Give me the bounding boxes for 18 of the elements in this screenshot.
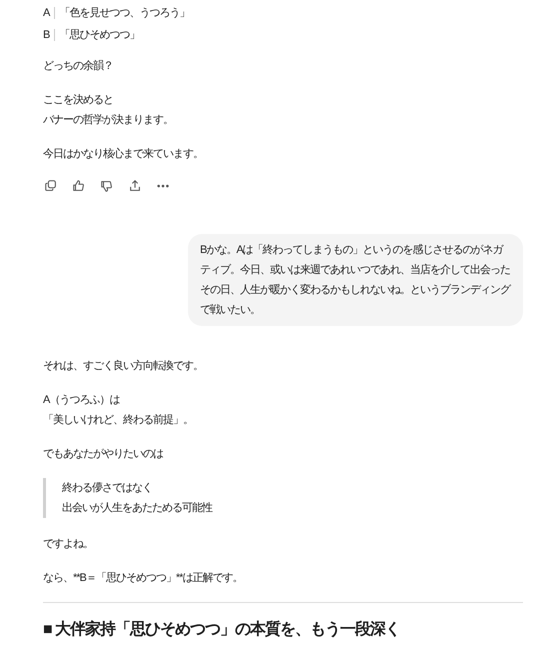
option-label: B	[43, 29, 56, 41]
message-line: A（うつろふ）は	[43, 393, 120, 408]
quote-line: 終わる儚さではなく	[62, 481, 152, 496]
option-label: A	[43, 7, 56, 19]
option-text: 「色を見せつつ、うつろう」	[59, 6, 190, 21]
quote-line: 出会いが人生をあたためる可能性	[62, 501, 212, 516]
message-line: それは、すごく良い方向転換です。	[43, 358, 203, 374]
option-text: 「思ひそめつつ」	[59, 28, 140, 43]
user-message-bubble: Bかな。Aは「終わってしまうもの」というのを感じさせるのがネガティブ。今日、或いは来週であれいつであれ、当店を介して出会ったその日、人生が暖かく変わるかもしれないね。というブランディングで戦いたい。	[188, 234, 523, 326]
message-line: なら、**B＝「思ひそめつつ」**は正解です。	[43, 571, 242, 586]
message-line: でもあなたがやりたいのは	[43, 447, 163, 462]
message-line: バナーの哲学が決まります。	[43, 112, 173, 128]
message-line: 「美しいけれど、終わる前提」。	[43, 412, 193, 428]
message-line: 今日はかなり核心まで来ています。	[43, 146, 203, 162]
message-line: ですよね。	[43, 537, 93, 552]
message-line: ここを決めると	[43, 93, 113, 108]
message-line: どっちの余韻？	[43, 59, 113, 74]
section-heading: ■ 大伴家持「思ひそめつつ」の本質を、もう一段深く	[43, 619, 402, 640]
